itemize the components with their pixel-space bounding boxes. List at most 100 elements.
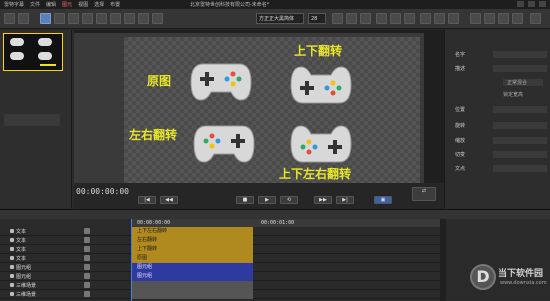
gamepad-original-icon[interactable] bbox=[189, 60, 253, 104]
fullscreen-icon[interactable] bbox=[530, 13, 541, 24]
gamepad-flip-both-icon[interactable] bbox=[289, 122, 353, 166]
timeline-clip[interactable] bbox=[131, 281, 253, 290]
eye-icon[interactable] bbox=[10, 247, 14, 251]
effects-icon[interactable] bbox=[84, 264, 90, 270]
output-button[interactable]: ⇄ bbox=[412, 187, 436, 201]
bold-icon[interactable] bbox=[332, 13, 343, 24]
pen-tool-icon[interactable] bbox=[96, 13, 107, 24]
shape-tool-icon[interactable] bbox=[138, 13, 149, 24]
menu-file[interactable]: 文件 bbox=[30, 1, 40, 8]
prop-rotation-input[interactable] bbox=[493, 122, 547, 129]
ellipse-tool-icon[interactable] bbox=[82, 13, 93, 24]
stop-button[interactable]: ■ bbox=[236, 196, 254, 204]
menu-app[interactable]: 雷特字幕 bbox=[4, 1, 24, 8]
prop-anchor-input[interactable] bbox=[493, 165, 547, 172]
redo-icon[interactable] bbox=[18, 13, 29, 24]
eye-icon[interactable] bbox=[10, 265, 14, 269]
track-row[interactable]: 三维场景 bbox=[0, 281, 441, 290]
timeline-clip[interactable]: 图元组 bbox=[131, 272, 253, 281]
scene-thumbnail[interactable] bbox=[3, 33, 63, 71]
track-row[interactable]: 图元组 图元组 bbox=[0, 272, 441, 281]
close-button[interactable] bbox=[539, 1, 546, 7]
eye-icon[interactable] bbox=[10, 283, 14, 287]
timeline-scrollbar[interactable] bbox=[440, 219, 446, 301]
gamepad-flip-vertical-icon[interactable] bbox=[289, 63, 353, 107]
grid-toggle-icon[interactable] bbox=[484, 13, 495, 24]
effects-icon[interactable] bbox=[84, 237, 90, 243]
prop-scale-input[interactable] bbox=[493, 137, 547, 144]
properties-panel: 名字 描述 正常混合 锁定宽高 位置 旋转 缩放 切变 文点 bbox=[444, 30, 550, 208]
zoom-tool-icon[interactable] bbox=[152, 13, 163, 24]
prop-desc-label: 描述 bbox=[455, 66, 466, 72]
eye-icon[interactable] bbox=[10, 274, 14, 278]
blend-mode-select[interactable]: 正常混合 bbox=[503, 79, 543, 86]
eye-icon[interactable] bbox=[10, 238, 14, 242]
timeline-clip[interactable]: 图元组 bbox=[131, 263, 253, 272]
undo-history-icon[interactable] bbox=[470, 13, 481, 24]
video-tool-icon[interactable] bbox=[124, 13, 135, 24]
effects-icon[interactable] bbox=[84, 246, 90, 252]
image-tool-icon[interactable] bbox=[110, 13, 121, 24]
menu-element[interactable]: 图元 bbox=[62, 1, 72, 8]
effects-icon[interactable] bbox=[84, 228, 90, 234]
safe-area-icon[interactable] bbox=[498, 13, 509, 24]
menu-edit[interactable]: 编辑 bbox=[46, 1, 56, 8]
align-right-icon[interactable] bbox=[404, 13, 415, 24]
eye-icon[interactable] bbox=[10, 256, 14, 260]
layers-icon[interactable] bbox=[448, 13, 459, 24]
view-options-icon[interactable] bbox=[512, 13, 523, 24]
menu-view[interactable]: 视图 bbox=[78, 1, 88, 8]
effects-icon[interactable] bbox=[84, 255, 90, 261]
menu-select[interactable]: 选择 bbox=[94, 1, 104, 8]
track-row[interactable]: 图元组 图元组 bbox=[0, 263, 441, 272]
menu-layout[interactable]: 布置 bbox=[110, 1, 120, 8]
timeline-clip[interactable]: 上下翻转 bbox=[131, 245, 253, 254]
prev-frame-button[interactable]: ◀◀ bbox=[160, 196, 178, 204]
render-button[interactable]: ▣ bbox=[374, 196, 392, 204]
text-tool-icon[interactable] bbox=[54, 13, 65, 24]
pointer-tool-icon[interactable] bbox=[40, 13, 51, 24]
track-row[interactable]: 三维场景 bbox=[0, 290, 441, 299]
settings-icon[interactable] bbox=[434, 13, 445, 24]
align-center-icon[interactable] bbox=[390, 13, 401, 24]
first-frame-button[interactable]: |◀ bbox=[138, 196, 156, 204]
timeline-clip[interactable]: 上下左右翻转 bbox=[131, 227, 253, 236]
gamepad-flip-horizontal-icon[interactable] bbox=[192, 122, 256, 166]
timeline-clip[interactable]: 左右翻转 bbox=[131, 236, 253, 245]
prop-desc-input[interactable] bbox=[493, 65, 547, 72]
underline-icon[interactable] bbox=[360, 13, 371, 24]
undo-icon[interactable] bbox=[4, 13, 15, 24]
rect-tool-icon[interactable] bbox=[68, 13, 79, 24]
last-frame-button[interactable]: ▶| bbox=[336, 196, 354, 204]
minimize-button[interactable] bbox=[517, 1, 524, 7]
effects-icon[interactable] bbox=[84, 282, 90, 288]
track-name: 图元组 bbox=[16, 265, 32, 271]
track-row[interactable]: 文本 原图 bbox=[0, 254, 441, 263]
effects-icon[interactable] bbox=[84, 291, 90, 297]
toolbar: 方正正大黑简体 28 bbox=[0, 9, 550, 29]
loop-button[interactable]: ⟲ bbox=[280, 196, 298, 204]
prop-name-input[interactable] bbox=[493, 51, 547, 58]
prop-position-input[interactable] bbox=[493, 106, 547, 113]
maximize-button[interactable] bbox=[528, 1, 535, 7]
timeline-clip[interactable] bbox=[131, 290, 253, 299]
effects-icon[interactable] bbox=[84, 273, 90, 279]
track-row[interactable]: 文本 左右翻转 bbox=[0, 236, 441, 245]
playhead[interactable] bbox=[131, 219, 132, 301]
size-select[interactable]: 28 bbox=[308, 13, 326, 24]
lock-aspect-checkbox[interactable]: 锁定宽高 bbox=[503, 91, 523, 98]
font-select[interactable]: 方正正大黑简体 bbox=[256, 13, 304, 24]
prop-skew-input[interactable] bbox=[493, 151, 547, 158]
eye-icon[interactable] bbox=[10, 229, 14, 233]
align-left-icon[interactable] bbox=[376, 13, 387, 24]
grid-icon[interactable] bbox=[420, 13, 431, 24]
next-frame-button[interactable]: ▶▶ bbox=[314, 196, 332, 204]
italic-icon[interactable] bbox=[346, 13, 357, 24]
play-button[interactable]: ▶ bbox=[258, 196, 276, 204]
timeline-clip[interactable]: 原图 bbox=[131, 254, 253, 263]
eye-icon[interactable] bbox=[10, 292, 14, 296]
site-watermark: D 当下软件园 www.downxia.com bbox=[470, 260, 548, 298]
track-row[interactable]: 文本 上下左右翻转 bbox=[0, 227, 441, 236]
timeline-ruler[interactable]: 00:00:00:00 00:00:01:00 bbox=[131, 219, 441, 227]
track-row[interactable]: 文本 上下翻转 bbox=[0, 245, 441, 254]
